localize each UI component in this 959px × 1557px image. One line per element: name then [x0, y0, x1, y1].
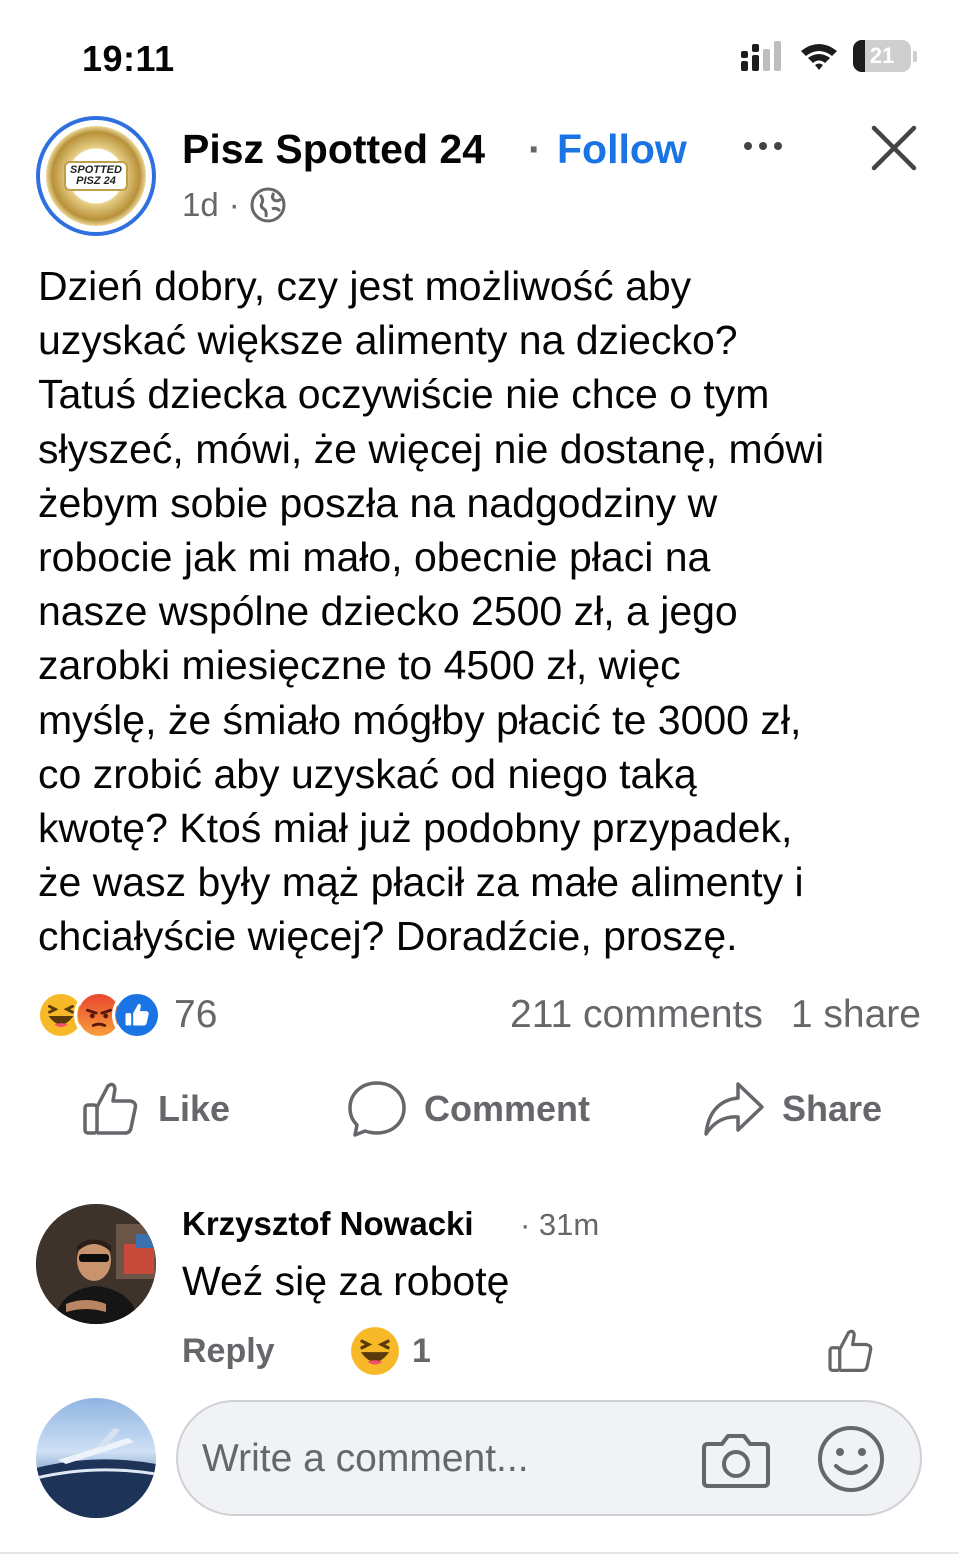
my-avatar-photo [36, 1428, 156, 1518]
more-dots-icon [744, 142, 752, 150]
page-avatar[interactable]: SPOTTED PISZ 24 [36, 116, 156, 236]
post-stats: 211 comments 1 share [510, 993, 921, 1037]
comment-time: · 31m [520, 1207, 600, 1242]
post-time[interactable]: 1d [182, 186, 219, 224]
post-text-line: Dzień dobry, czy jest możliwość aby [38, 263, 692, 309]
comment-reaction-count: 1 [412, 1331, 431, 1370]
comment-input[interactable] [202, 1430, 682, 1488]
action-bar: Like Comment Share [0, 1076, 959, 1142]
post-text-line: co zrobić aby uzyskać od niego taką [38, 750, 697, 797]
share-label: Share [782, 1088, 883, 1129]
my-avatar [36, 1398, 156, 1518]
share-arrow-icon [704, 1082, 764, 1136]
post-text-line: Tatuś dziecka oczywiście nie chce o tym [38, 371, 770, 418]
status-icons: 21 [741, 40, 917, 72]
reactions-summary[interactable]: 76 [36, 990, 217, 1040]
wifi-icon [801, 44, 837, 70]
battery-level: 21 [869, 43, 895, 68]
post-text-line: chciałyście więcej? Doradźcie, proszę. [38, 913, 738, 960]
post-text-line: że wasz były mąż płacił za małe alimenty… [38, 859, 804, 906]
comment-reactions[interactable]: 1 [350, 1326, 431, 1376]
commenter-photo [36, 1204, 156, 1324]
cellular-signal-icon [741, 41, 781, 71]
post-text-line: uzyskać większe alimenty na dziecko? [38, 317, 738, 364]
status-time: 19:11 [82, 38, 175, 79]
meta-separator: · [228, 186, 240, 223]
post-text-line: żebym sobie poszła na nadgodziny w [38, 479, 718, 526]
post-text-line: słyszeć, mówi, że więcej nie dostanę, mó… [38, 425, 825, 472]
comment-like-icon[interactable] [826, 1326, 876, 1376]
battery-indicator: 21 [853, 40, 911, 72]
like-label: Like [158, 1088, 231, 1129]
post-text-line: myślę, że śmiało mógłby płacić te 3000 z… [38, 696, 802, 743]
bottom-divider [0, 1552, 959, 1554]
reply-button[interactable]: Reply [182, 1332, 275, 1371]
comment-author[interactable]: Krzysztof Nowacki [182, 1205, 474, 1243]
post-text-line: zarobki miesięczne to 4500 zł, więc [38, 642, 681, 689]
comment-text: Weź się za robotę [182, 1258, 510, 1304]
haha-icon [351, 1327, 399, 1375]
comment-label: Comment [424, 1088, 591, 1129]
page-logo: SPOTTED PISZ 24 [46, 126, 146, 226]
name-separator: · [528, 126, 542, 172]
commenter-avatar[interactable] [36, 1204, 156, 1324]
page-name[interactable]: Pisz Spotted 24 [182, 126, 485, 173]
post-text: Dzień dobry, czy jest możliwość aby uzysk… [38, 259, 933, 964]
speech-bubble-icon [348, 1081, 406, 1137]
reaction-count[interactable]: 76 [174, 993, 217, 1037]
close-icon[interactable] [866, 120, 922, 176]
shares-count[interactable]: 1 share [791, 993, 921, 1037]
post-meta: 1d · [182, 186, 286, 224]
emoji-icon[interactable] [816, 1424, 886, 1494]
logo-line2: PISZ 24 [76, 175, 116, 187]
thumbs-up-icon [83, 1082, 138, 1135]
more-options-button[interactable] [735, 128, 791, 164]
battery-tip [913, 50, 917, 62]
post-text-line: kwotę? Ktoś miał już podobny przypadek, [38, 805, 793, 852]
comment-composer [176, 1400, 922, 1516]
comment-button[interactable]: Comment [346, 1076, 590, 1142]
post-text-line: robocie jak mi mało, obecnie płaci na [38, 534, 711, 581]
follow-button[interactable]: Follow [557, 126, 687, 173]
comments-count[interactable]: 211 comments [510, 993, 763, 1037]
camera-icon[interactable] [700, 1428, 772, 1492]
like-button[interactable]: Like [80, 1076, 230, 1142]
share-button[interactable]: Share [702, 1076, 882, 1142]
globe-icon [250, 187, 286, 223]
like-icon [112, 990, 162, 1040]
post-text-line: nasze wspólne dziecko 2500 zł, a jego [38, 588, 738, 635]
